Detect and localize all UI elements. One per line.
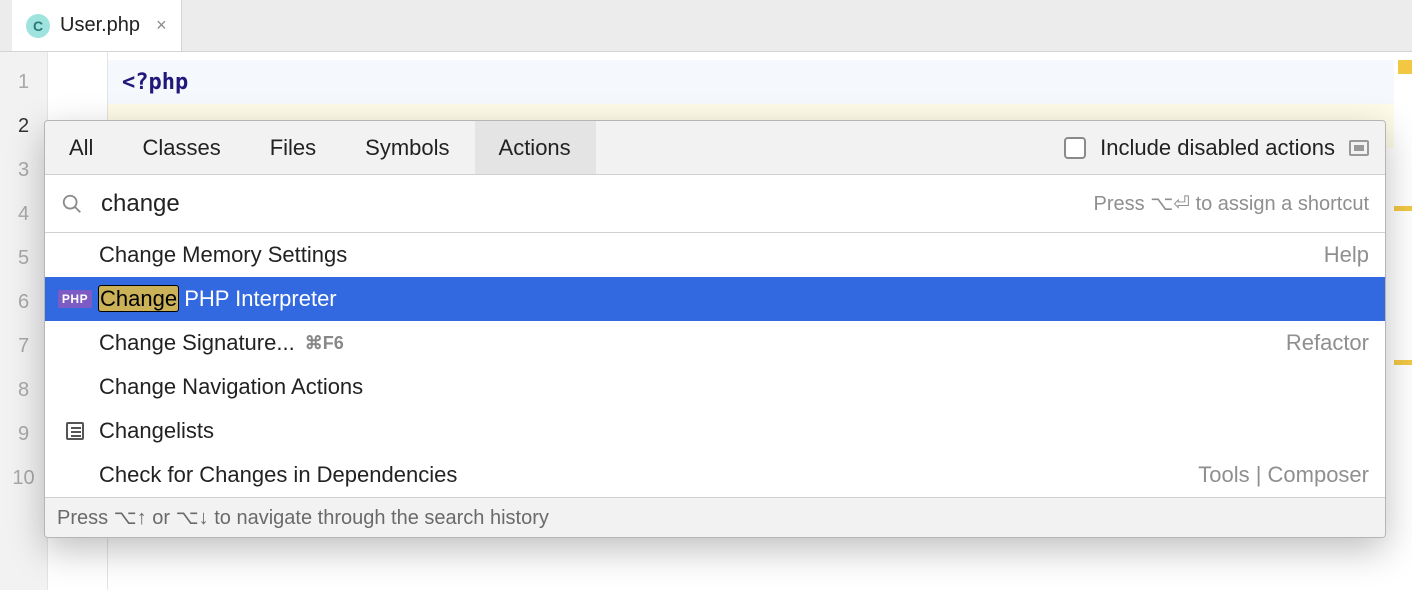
result-category: Tools | Composer xyxy=(1198,462,1369,488)
line-number: 7 xyxy=(0,324,47,368)
line-number: 9 xyxy=(0,412,47,456)
results-list: Change Memory Settings Help PHP Change P… xyxy=(45,233,1385,497)
line-number: 8 xyxy=(0,368,47,412)
result-category: Refactor xyxy=(1286,330,1369,356)
code-line: <?php xyxy=(108,60,1394,104)
line-number: 6 xyxy=(0,280,47,324)
tab-classes[interactable]: Classes xyxy=(118,121,245,174)
result-item[interactable]: Change Memory Settings Help xyxy=(45,233,1385,277)
search-icon xyxy=(61,193,83,215)
include-disabled-label: Include disabled actions xyxy=(1100,135,1335,161)
warning-tick-icon xyxy=(1394,206,1412,211)
line-number: 10 xyxy=(0,456,47,500)
file-type-icon: C xyxy=(26,14,50,38)
line-number: 1 xyxy=(0,60,47,104)
tab-all[interactable]: All xyxy=(45,121,118,174)
editor-tab[interactable]: C User.php × xyxy=(12,0,182,51)
search-input[interactable] xyxy=(101,190,1076,218)
pin-icon[interactable] xyxy=(1349,140,1369,156)
result-label: Change Navigation Actions xyxy=(99,374,363,400)
result-label: Change PHP Interpreter xyxy=(99,286,337,312)
warning-indicator-icon xyxy=(1398,60,1412,74)
marker-bar[interactable] xyxy=(1394,52,1412,590)
line-number: 5 xyxy=(0,236,47,280)
tab-files[interactable]: Files xyxy=(246,121,341,174)
result-label: Changelists xyxy=(99,418,214,444)
shortcut-badge: ⌘F6 xyxy=(305,333,344,354)
result-item[interactable]: Change Navigation Actions xyxy=(45,365,1385,409)
tab-actions[interactable]: Actions xyxy=(475,121,596,174)
line-number: 3 xyxy=(0,148,47,192)
result-label: Change Memory Settings xyxy=(99,242,347,268)
tab-symbols[interactable]: Symbols xyxy=(341,121,474,174)
result-label: Change Signature... xyxy=(99,330,295,356)
search-footer-hint: Press ⌥↑ or ⌥↓ to navigate through the s… xyxy=(45,497,1385,537)
shortcut-hint: Press ⌥⏎ to assign a shortcut xyxy=(1094,191,1369,216)
search-row: Press ⌥⏎ to assign a shortcut xyxy=(45,175,1385,233)
editor-tabbar: C User.php × xyxy=(0,0,1412,52)
warning-tick-icon xyxy=(1394,360,1412,365)
tab-filename: User.php xyxy=(60,14,140,37)
result-label: Check for Changes in Dependencies xyxy=(99,462,457,488)
line-number: 2 xyxy=(0,104,47,148)
search-tabs: All Classes Files Symbols Actions Includ… xyxy=(45,121,1385,175)
line-gutter: 1 2 3 4 5 6 7 8 9 10 xyxy=(0,52,48,590)
changelist-icon xyxy=(66,422,84,440)
line-number: 4 xyxy=(0,192,47,236)
result-item[interactable]: Check for Changes in Dependencies Tools … xyxy=(45,453,1385,497)
php-icon: PHP xyxy=(58,290,92,308)
search-everywhere-popup: All Classes Files Symbols Actions Includ… xyxy=(44,120,1386,538)
search-options: Include disabled actions xyxy=(1064,121,1385,174)
result-category: Help xyxy=(1324,242,1369,268)
result-item[interactable]: Change Signature... ⌘F6 Refactor xyxy=(45,321,1385,365)
include-disabled-checkbox[interactable] xyxy=(1064,137,1086,159)
result-item-selected[interactable]: PHP Change PHP Interpreter xyxy=(45,277,1385,321)
close-icon[interactable]: × xyxy=(156,15,167,36)
result-item[interactable]: Changelists xyxy=(45,409,1385,453)
